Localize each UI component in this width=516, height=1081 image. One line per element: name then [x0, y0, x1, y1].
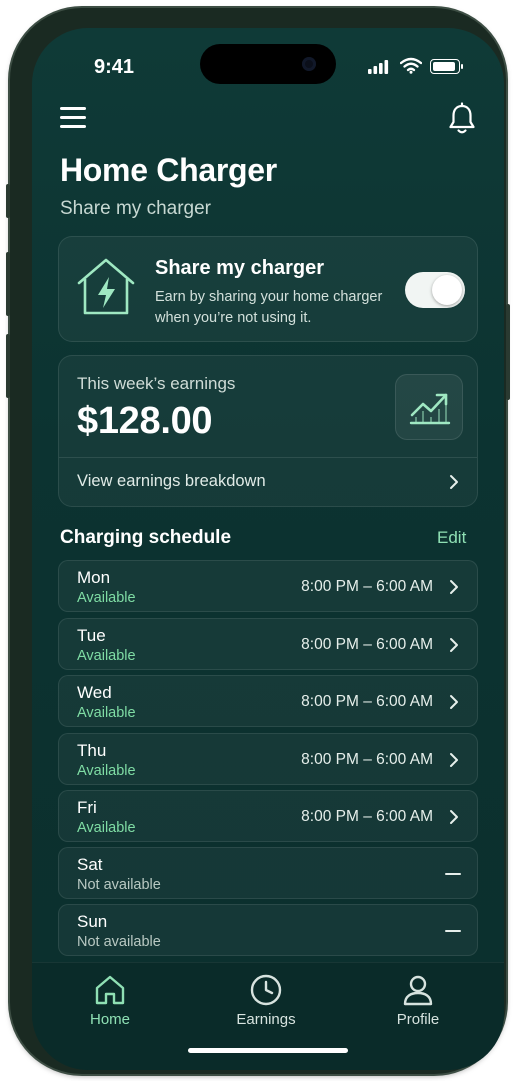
schedule-row-sun[interactable]: Sun Not available: [58, 904, 478, 956]
earnings-card: This week’s earnings $128.00 View earnin…: [58, 355, 478, 507]
camera-icon: [302, 57, 316, 71]
schedule-row-thu[interactable]: Thu Available 8:00 PM – 6:00 AM: [58, 733, 478, 785]
day-name: Sun: [77, 912, 108, 931]
day-time-range: 8:00 PM – 6:00 AM: [301, 636, 433, 653]
menu-icon: [60, 107, 86, 110]
share-card-title: Share my charger: [155, 257, 324, 279]
day-time-range: 8:00 PM – 6:00 AM: [301, 751, 433, 768]
schedule-title: Charging schedule: [60, 527, 232, 548]
chevron-right-icon: [450, 753, 458, 767]
chevron-right-icon: [450, 695, 458, 709]
page-title: Home Charger: [60, 152, 277, 188]
day-status: Available: [77, 705, 136, 721]
status-time: 9:41: [94, 56, 135, 78]
day-status: Available: [77, 763, 136, 779]
schedule-row-sat[interactable]: Sat Not available: [58, 847, 478, 899]
bell-icon: [449, 102, 475, 134]
unavailable-dash-icon: [445, 873, 461, 875]
day-status: Not available: [77, 877, 161, 893]
page-subtitle: Share my charger: [60, 198, 212, 219]
phone-frame: 9:41 Home Charger Share my charger Share…: [6, 8, 510, 1074]
menu-button[interactable]: [60, 106, 88, 130]
unavailable-dash-icon: [445, 930, 461, 932]
home-icon: [95, 975, 125, 1005]
home-indicator[interactable]: [188, 1048, 348, 1053]
chevron-right-icon: [450, 810, 458, 824]
earnings-amount: $128.00: [77, 400, 213, 442]
tab-label: Profile: [396, 1011, 440, 1028]
share-card-description: Earn by sharing your home charger when y…: [155, 289, 383, 326]
toggle-knob: [432, 275, 462, 305]
breakdown-label: View earnings breakdown: [77, 472, 266, 490]
schedule-row-wed[interactable]: Wed Available 8:00 PM – 6:00 AM: [58, 675, 478, 727]
signal-icon: [368, 60, 389, 74]
earnings-chart-button[interactable]: [395, 374, 463, 440]
share-charger-card: Share my charger Earn by sharing your ho…: [58, 236, 478, 342]
day-time-range: 8:00 PM – 6:00 AM: [301, 693, 433, 710]
day-name: Mon: [77, 568, 111, 587]
schedule-row-fri[interactable]: Fri Available 8:00 PM – 6:00 AM: [58, 790, 478, 842]
day-name: Thu: [77, 741, 107, 760]
day-status: Available: [77, 590, 136, 606]
app-screen: 9:41 Home Charger Share my charger Share…: [32, 28, 504, 1070]
view-earnings-breakdown[interactable]: View earnings breakdown: [59, 458, 477, 508]
house-charger-icon: [77, 258, 135, 315]
day-name: Fri: [77, 798, 97, 817]
chevron-right-icon: [450, 580, 458, 594]
tab-label: Earnings: [236, 1011, 296, 1028]
status-bar: 9:41: [32, 28, 504, 88]
day-status: Not available: [77, 934, 161, 950]
action-button: [6, 184, 10, 218]
trend-chart-icon: [409, 393, 451, 425]
battery-icon: [430, 59, 463, 74]
schedule-row-tue[interactable]: Tue Available 8:00 PM – 6:00 AM: [58, 618, 478, 670]
day-status: Available: [77, 820, 136, 836]
day-time-range: 8:00 PM – 6:00 AM: [301, 808, 433, 825]
tab-earnings[interactable]: Earnings: [216, 973, 316, 1043]
person-icon: [403, 975, 433, 1006]
notifications-button[interactable]: [446, 102, 478, 136]
dynamic-island: [200, 44, 336, 84]
share-charger-toggle[interactable]: [405, 272, 465, 308]
tab-profile[interactable]: Profile: [368, 973, 468, 1043]
tab-label: Home: [89, 1011, 130, 1028]
earnings-label: This week’s earnings: [77, 374, 236, 393]
tab-home[interactable]: Home: [60, 973, 160, 1043]
day-name: Wed: [77, 683, 112, 702]
day-name: Tue: [77, 626, 106, 645]
tab-bar: Home Earnings Profile: [32, 962, 504, 1070]
edit-schedule-button[interactable]: Edit: [437, 528, 466, 548]
wifi-icon: [400, 57, 422, 74]
day-status: Available: [77, 648, 136, 664]
day-name: Sat: [77, 855, 103, 874]
chevron-right-icon: [450, 638, 458, 652]
chevron-right-icon: [450, 475, 458, 489]
volume-up-button: [6, 252, 10, 316]
power-button: [506, 304, 510, 400]
clock-icon: [250, 974, 282, 1006]
schedule-row-mon[interactable]: Mon Available 8:00 PM – 6:00 AM: [58, 560, 478, 612]
volume-down-button: [6, 334, 10, 398]
day-time-range: 8:00 PM – 6:00 AM: [301, 578, 433, 595]
